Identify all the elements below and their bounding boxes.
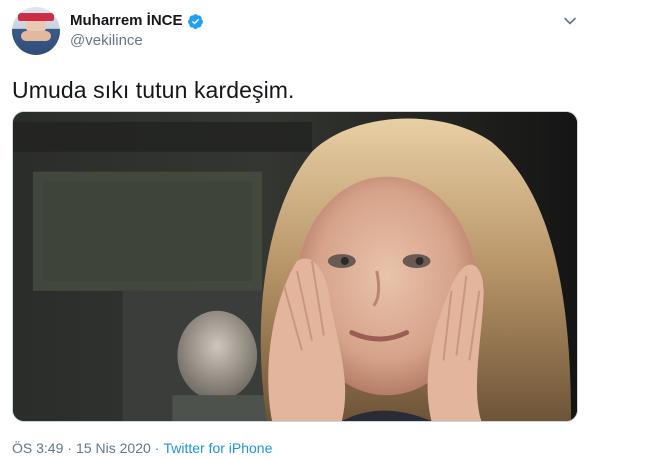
avatar[interactable] (12, 7, 60, 55)
tweet-time[interactable]: ÖS 3:49 (12, 439, 63, 457)
avatar-hands (21, 31, 51, 41)
author-display-name[interactable]: Muharrem İNCE (70, 12, 183, 30)
tweet-text: Umuda sıkı tutun kardeşim. (12, 77, 295, 103)
video-frame (13, 112, 577, 421)
avatar-banner (18, 13, 54, 21)
author-name-row[interactable]: Muharrem İNCE (70, 12, 204, 30)
meta-separator: · (154, 440, 160, 456)
chevron-down-icon[interactable] (561, 12, 579, 30)
tweet-date[interactable]: 15 Nis 2020 (76, 439, 151, 457)
tweet: Muharrem İNCE @vekilince Umuda sıkı tutu… (0, 0, 667, 460)
meta-separator: · (67, 440, 73, 456)
verified-icon (187, 13, 204, 30)
tweet-meta: ÖS 3:49 · 15 Nis 2020 · Twitter for iPho… (12, 439, 272, 457)
tweet-video[interactable] (12, 111, 578, 422)
tweet-source-link[interactable]: Twitter for iPhone (163, 439, 272, 457)
author-handle[interactable]: @vekilince (70, 32, 143, 50)
